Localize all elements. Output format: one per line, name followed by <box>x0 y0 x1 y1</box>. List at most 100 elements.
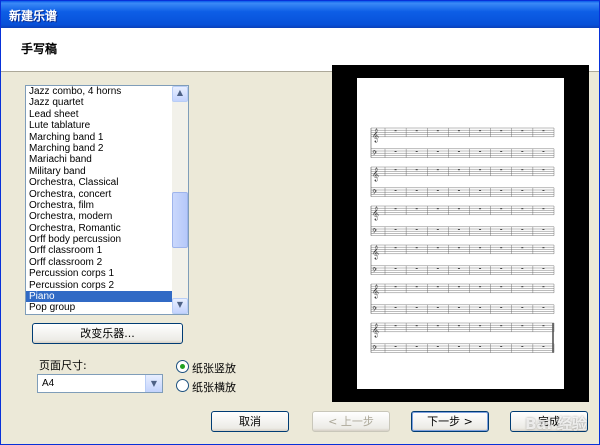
whole-rest <box>542 151 545 152</box>
whole-rest <box>457 307 460 308</box>
whole-rest <box>436 346 439 347</box>
whole-rest <box>415 286 418 288</box>
whole-rest <box>415 229 418 230</box>
list-item[interactable]: Piano <box>26 291 173 303</box>
whole-rest <box>394 229 397 230</box>
whole-rest <box>542 208 545 210</box>
bass-clef-icon: 𝄢 <box>372 345 377 354</box>
list-item[interactable]: Orff classroom 2 <box>26 257 173 268</box>
whole-rest <box>521 151 524 152</box>
preview-page: 𝄞 𝄢 𝄞 𝄢 𝄞 𝄢 𝄞 𝄢 𝄞 𝄢 𝄞 𝄢 <box>357 78 564 389</box>
whole-rest <box>521 208 524 210</box>
scroll-up-button[interactable]: ▲ <box>172 86 188 102</box>
portrait-label[interactable]: 纸张竖放 <box>192 360 236 376</box>
whole-rest <box>500 130 503 132</box>
whole-rest <box>457 268 460 269</box>
whole-rest <box>457 229 460 230</box>
scroll-thumb[interactable] <box>172 192 188 248</box>
watermark-logo: Bai 经验 <box>525 415 587 433</box>
whole-rest <box>394 286 397 288</box>
change-instruments-button[interactable]: 改变乐器... <box>32 323 183 344</box>
list-item[interactable]: Jazz quartet <box>26 97 173 108</box>
list-item[interactable]: Orchestra, Romantic <box>26 223 173 234</box>
list-item[interactable]: Orchestra, Classical <box>26 177 173 188</box>
list-items: Jazz combo, 4 horns Jazz quartet Lead shee… <box>26 86 173 314</box>
list-item[interactable]: Orchestra, film <box>26 200 173 211</box>
list-item[interactable]: Marching band 2 <box>26 143 173 154</box>
list-item[interactable]: Lute tablature <box>26 120 173 131</box>
cancel-button[interactable]: 取消 <box>211 411 289 432</box>
whole-rest <box>542 286 545 288</box>
bass-clef-icon: 𝄢 <box>372 306 377 315</box>
whole-rest <box>415 130 418 132</box>
chevron-down-icon[interactable]: ▼ <box>145 375 162 392</box>
page-size-select[interactable]: A4 ▼ <box>37 374 163 393</box>
whole-rest <box>542 190 545 191</box>
whole-rest <box>394 130 397 132</box>
whole-rest <box>521 286 524 288</box>
whole-rest <box>500 169 503 171</box>
chevron-up-icon: ▲ <box>176 88 184 97</box>
whole-rest <box>394 208 397 210</box>
list-item[interactable]: Percussion corps 2 <box>26 280 173 291</box>
portrait-radio[interactable] <box>176 360 189 373</box>
manuscript-paper-list[interactable]: Jazz combo, 4 horns Jazz quartet Lead shee… <box>25 85 189 315</box>
whole-rest <box>542 247 545 249</box>
whole-rest <box>500 307 503 308</box>
list-scrollbar[interactable]: ▲ ▼ <box>172 86 188 314</box>
back-button[interactable]: < 上一步 <box>312 411 390 432</box>
whole-rest <box>415 247 418 249</box>
list-item[interactable]: Orff body percussion <box>26 234 173 245</box>
whole-rest <box>500 268 503 269</box>
list-item[interactable]: Marching band 1 <box>26 132 173 143</box>
list-item[interactable]: Pop group <box>26 302 173 313</box>
whole-rest <box>457 151 460 152</box>
whole-rest <box>436 169 439 171</box>
whole-rest <box>521 229 524 230</box>
whole-rest <box>542 325 545 327</box>
whole-rest <box>500 208 503 210</box>
page-size-value: A4 <box>42 378 55 389</box>
title-bar[interactable]: 新建乐谱 <box>1 1 599 28</box>
treble-clef-icon: 𝄞 <box>372 167 379 181</box>
whole-rest <box>500 286 503 288</box>
window-title: 新建乐谱 <box>9 9 58 23</box>
whole-rest <box>436 229 439 230</box>
whole-rest <box>394 190 397 191</box>
scroll-down-button[interactable]: ▼ <box>172 298 188 314</box>
whole-rest <box>479 190 482 191</box>
treble-clef-icon: 𝄞 <box>372 128 379 142</box>
whole-rest <box>394 346 397 347</box>
list-item[interactable]: Orchestra, modern <box>26 211 173 222</box>
list-item[interactable]: Military band <box>26 166 173 177</box>
list-item[interactable]: Mariachi band <box>26 154 173 165</box>
landscape-radio[interactable] <box>176 379 189 392</box>
whole-rest <box>394 307 397 308</box>
next-button[interactable]: 下一步 > <box>411 411 489 432</box>
whole-rest <box>394 151 397 152</box>
list-item[interactable]: Percussion corps 1 <box>26 268 173 279</box>
page-size-label: 页面尺寸: <box>39 359 87 372</box>
whole-rest <box>521 307 524 308</box>
whole-rest <box>436 208 439 210</box>
whole-rest <box>479 229 482 230</box>
whole-rest <box>500 151 503 152</box>
whole-rest <box>479 286 482 288</box>
list-item[interactable]: Orchestra, concert <box>26 189 173 200</box>
whole-rest <box>521 268 524 269</box>
whole-rest <box>415 151 418 152</box>
list-item[interactable]: Lead sheet <box>26 109 173 120</box>
list-item[interactable]: Orff classroom 1 <box>26 245 173 256</box>
whole-rest <box>415 325 418 327</box>
whole-rest <box>521 247 524 249</box>
whole-rest <box>457 247 460 249</box>
list-item[interactable]: Jazz combo, 4 horns <box>26 86 173 97</box>
whole-rest <box>457 190 460 191</box>
whole-rest <box>415 208 418 210</box>
bass-clef-icon: 𝄢 <box>372 189 377 198</box>
whole-rest <box>436 190 439 191</box>
whole-rest <box>436 268 439 269</box>
whole-rest <box>436 286 439 288</box>
landscape-label[interactable]: 纸张横放 <box>192 379 236 395</box>
whole-rest <box>394 268 397 269</box>
